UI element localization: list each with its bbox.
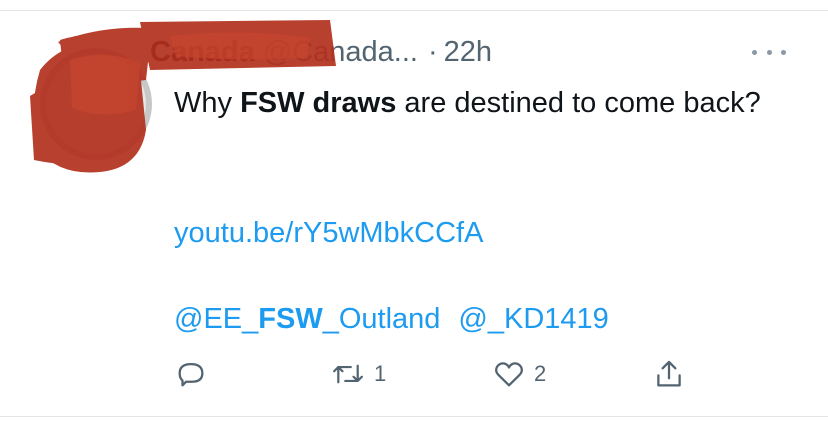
timestamp[interactable]: 22h xyxy=(444,36,492,69)
tweet-text: Why FSW draws are destined to come back? xyxy=(174,82,774,125)
retweet-button[interactable]: 1 xyxy=(330,352,386,396)
bottom-divider xyxy=(0,416,828,417)
retweet-count: 1 xyxy=(374,361,387,386)
mentions: @EE_FSW_Outland @_KD1419 xyxy=(174,298,609,341)
action-bar: 1 2 xyxy=(0,352,828,396)
share-icon xyxy=(657,360,681,387)
tweet-text-bold: FSW draws xyxy=(240,87,397,119)
retweet-icon xyxy=(333,364,363,384)
like-button[interactable]: 2 xyxy=(492,352,546,396)
mention-ee-fsw-outland[interactable]: @EE_FSW_Outland xyxy=(174,303,440,335)
share-button[interactable] xyxy=(652,352,686,396)
heart-icon xyxy=(495,362,523,387)
reply-icon xyxy=(178,362,204,387)
author-name[interactable]: Canada xyxy=(150,36,255,69)
like-count: 2 xyxy=(534,361,547,386)
top-divider xyxy=(0,10,828,11)
header-separator: · xyxy=(427,36,438,68)
mention-kd1419[interactable]: @_KD1419 xyxy=(458,303,608,335)
tweet-link[interactable]: youtu.be/rY5wMbkCCfA xyxy=(174,212,483,255)
tweet-header: Canada @Canada... · 22h xyxy=(150,36,492,76)
more-options-icon[interactable] xyxy=(752,40,786,64)
reply-button[interactable] xyxy=(174,352,208,396)
tweet-text-prefix: Why xyxy=(174,87,241,119)
tweet-text-suffix: are destined to come back? xyxy=(396,87,761,119)
avatar[interactable] xyxy=(40,48,152,160)
author-handle[interactable]: @Canada... xyxy=(263,36,418,69)
